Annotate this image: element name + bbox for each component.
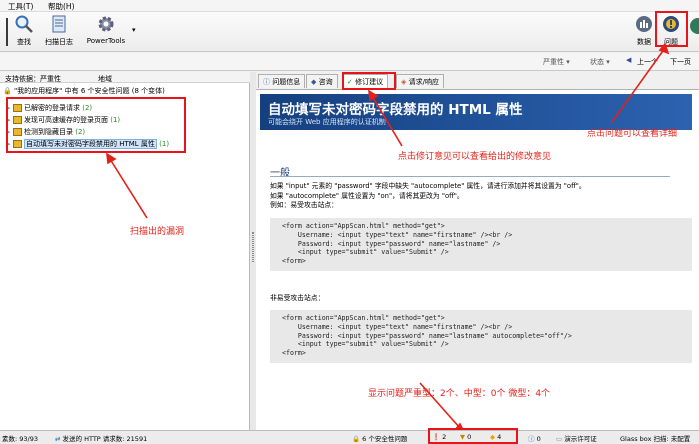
code-line: <form> [282,349,306,358]
gear-icon [98,16,114,32]
code-line: <form action="AppScan.html" method="get"… [282,314,445,322]
severity-filter-label: 严重性 [543,58,564,66]
partial-icon [690,18,699,34]
annotation-scanned: 扫描出的漏洞 [130,227,185,237]
request-icon: ◈ [401,78,409,86]
annotation-severity: 显示问题严重型：2个、中型：0个 微型：4个 [368,389,551,399]
severity-count-box [428,428,518,444]
tab-advisory[interactable]: ◆ 咨询 [306,74,338,88]
menu-help[interactable]: 帮助(H) [48,1,75,12]
filter-bar: 严重性 ▾ 状态 ▾ ◀ 上一个 下一页 [0,53,699,71]
scanned-issues-box [6,97,186,153]
example-label: 例如：易受攻击站点： [270,201,338,209]
info-icon: ⓘ [263,78,273,86]
info-severity-icon: ⓘ [528,435,535,443]
menu-bar: 工具(T) 帮助(H) [0,0,699,12]
find-button[interactable]: 查找 [12,14,36,47]
tree-root[interactable]: 🔒 "我的应用程序" 中有 6 个安全性问题 (8 个变体) [3,86,165,97]
status-security-text: 6 个安全性问题 [362,435,408,443]
toolbar-edge [6,18,8,46]
fix-tab-highlight-box [342,72,396,90]
code-line: <form action="AppScan.html" method="get"… [282,222,445,230]
status-requests-text: 发送的 HTTP 请求数: 21591 [62,435,148,443]
detail-pane: ⓘ 问题信息 ◆ 咨询 ✓ 修订建议 ◈ 请求/响应 自动填写未对密码字段禁用的… [256,72,699,430]
status-requests: ⇄ 发送的 HTTP 请求数: 21591 [55,433,147,443]
status-filter[interactable]: 状态 ▾ [590,57,610,67]
shield-icon: ◆ [311,78,319,86]
status-visited: 素数: 93/93 [2,435,38,443]
detail-title-banner: 自动填写未对密码字段禁用的 HTML 属性 可能会绕开 Web 应用程序的认证机… [260,94,692,130]
tree-root-label: "我的应用程序" 中有 6 个安全性问题 (8 个变体) [13,87,165,95]
info-count: 0 [536,435,541,443]
toolbar: 查找 扫描日志 PowerTools ▾ 数据 问题 [0,12,699,52]
next-link[interactable]: 下一页 [670,57,691,67]
chevron-down-icon[interactable]: ▾ [132,26,136,34]
code-line: <input type="submit" value="Submit" /> [282,248,449,257]
next-toolbar-button[interactable] [688,16,699,46]
status-license: ▭ 演示许可证 [556,433,597,443]
annotation-issues: 点击问题可以查看详细 [587,129,678,139]
license-icon: ▭ [556,435,565,443]
lock-icon: 🔒 [3,87,12,95]
detail-title: 自动填写未对密码字段禁用的 HTML 属性 [268,102,523,118]
tab-label: 问题信息 [272,78,301,86]
network-icon: ⇄ [55,435,63,443]
find-label: 查找 [17,38,31,46]
scan-log-label: 扫描日志 [45,38,73,46]
powertools-label: PowerTools [86,37,126,45]
tab-request-response[interactable]: ◈ 请求/响应 [396,74,444,88]
lock-icon: 🔒 [352,435,363,443]
status-filter-label: 状态 [590,58,604,66]
license-text: 演示许可证 [564,435,597,443]
code-vulnerable: <form action="AppScan.html" method="get"… [270,218,692,271]
data-icon [636,16,652,32]
menu-tools[interactable]: 工具(T) [8,1,33,12]
magnifier-icon [15,15,33,33]
status-bar: 素数: 93/93 ⇄ 发送的 HTTP 请求数: 21591 🔒 6 个安全性… [0,430,699,444]
code-line: Username: <input type="text" name="first… [282,322,513,331]
data-button[interactable]: 数据 [633,14,655,47]
sort-by-label: 支持依据： [5,75,40,83]
detail-subtitle: 可能会绕开 Web 应用程序的认证机制 [268,118,386,126]
tab-label: 咨询 [318,78,333,86]
tab-label: 请求/响应 [408,78,439,86]
status-security: 🔒 6 个安全性问题 [352,433,407,443]
status-info[interactable]: ⓘ 0 [528,433,541,443]
column-severity[interactable]: 严重性 [40,74,61,84]
scan-log-icon [52,15,66,33]
issues-highlight-box [655,11,688,47]
code-line: <form> [282,257,306,266]
tree-header: 支持依据： 严重性 地域 [0,72,250,83]
status-glassbox: Glass box 扫描: 未配置 [620,435,691,443]
code-line: Password: <input type="password" name="l… [282,239,501,248]
column-region[interactable]: 地域 [98,74,112,84]
prev-link[interactable]: 上一个 [637,57,658,67]
splitter-grip [252,232,254,262]
code-line: Username: <input type="text" name="first… [282,230,513,239]
annotation-fix: 点击修订意见可以查看给出的修改意见 [398,152,552,162]
code-line: Password: <input type="password" name="l… [282,331,572,340]
scan-log-button[interactable]: 扫描日志 [42,14,76,47]
powertools-button[interactable]: PowerTools [82,14,130,45]
data-label: 数据 [637,38,651,46]
nonvuln-label: 非易受攻击站点： [270,294,325,302]
severity-filter[interactable]: 严重性 ▾ [543,57,570,67]
section-rule [270,176,670,177]
desc-line-1: 如果 "input" 元素的 "password" 字段中缺失 "autocom… [270,182,586,190]
code-safe: <form action="AppScan.html" method="get"… [270,310,692,363]
tab-issue-info[interactable]: ⓘ 问题信息 [258,74,306,88]
code-line: <input type="submit" value="Submit" /> [282,340,449,349]
arrow-left-icon[interactable]: ◀ [626,56,631,64]
